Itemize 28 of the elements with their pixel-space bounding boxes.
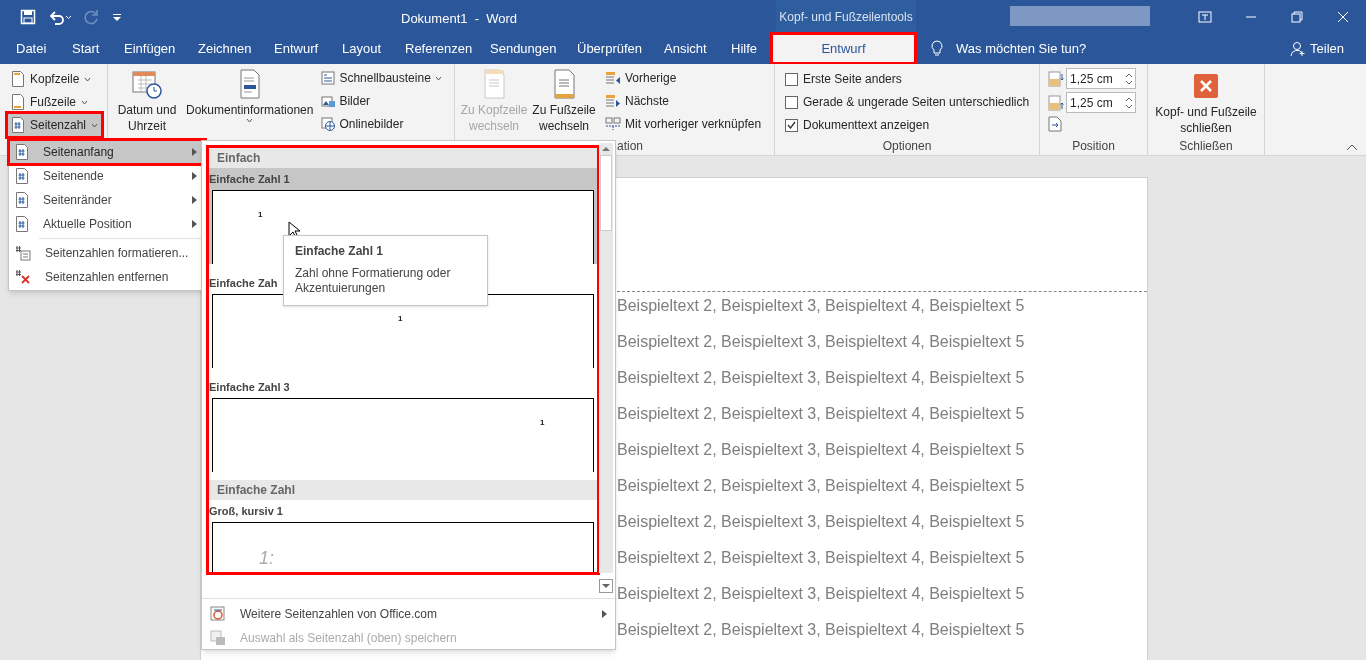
gallery-section-header: Einfache Zahl xyxy=(209,480,597,500)
window-title: Dokument1 - Word xyxy=(401,10,518,28)
group-label: ation xyxy=(617,138,644,155)
gallery-item-title: Einfache Zahl 3 xyxy=(209,380,290,395)
body-text-line: Beispieltext 2, Beispieltext 3, Beispieltext 4, Beispieltext 5 xyxy=(617,296,1025,316)
context-tab-label: Kopf- und Fußzeilentools xyxy=(776,0,916,33)
tooltip-text: Zahl ohne Formatierung oder Akzentuierungen xyxy=(295,266,452,296)
body-text-line: Beispieltext 2, Beispieltext 3, Beispieltext 4, Beispieltext 5 xyxy=(617,332,1025,352)
body-text-line: Beispieltext 2, Beispieltext 3, Beispieltext 4, Beispieltext 5 xyxy=(617,584,1025,604)
body-text-line: Beispieltext 2, Beispieltext 3, Beispieltext 4, Beispieltext 5 xyxy=(617,620,1025,640)
body-text-line: Beispieltext 2, Beispieltext 3, Beispieltext 4, Beispieltext 5 xyxy=(617,476,1025,496)
page-number-sample: 1 xyxy=(540,417,545,429)
gallery-item-title: Einfache Zahl 1 xyxy=(209,172,290,187)
group-label: Position xyxy=(1071,138,1116,155)
group-label: Optionen xyxy=(881,138,933,155)
gallery-item-title: Groß, kursiv 1 xyxy=(209,504,283,519)
group-label: Schließen xyxy=(1178,138,1234,155)
body-text-line: Beispieltext 2, Beispieltext 3, Beispieltext 4, Beispieltext 5 xyxy=(617,368,1025,388)
tooltip-title: Einfache Zahl 1 xyxy=(295,243,385,260)
body-text-line: Beispieltext 2, Beispieltext 3, Beispieltext 4, Beispieltext 5 xyxy=(617,512,1025,532)
page-number-sample: 1 xyxy=(258,209,263,221)
page-number-sample: 1 xyxy=(398,313,403,325)
body-text-line: Beispieltext 2, Beispieltext 3, Beispieltext 4, Beispieltext 5 xyxy=(617,404,1025,424)
page-number-sample: 1: xyxy=(259,547,274,570)
body-text-line: Beispieltext 2, Beispieltext 3, Beispieltext 4, Beispieltext 5 xyxy=(617,440,1025,460)
gallery-item-title: Einfache Zah xyxy=(209,276,278,291)
body-text-line: Beispieltext 2, Beispieltext 3, Beispieltext 4, Beispieltext 5 xyxy=(617,548,1025,568)
gallery-section-header: Einfach xyxy=(209,148,597,168)
